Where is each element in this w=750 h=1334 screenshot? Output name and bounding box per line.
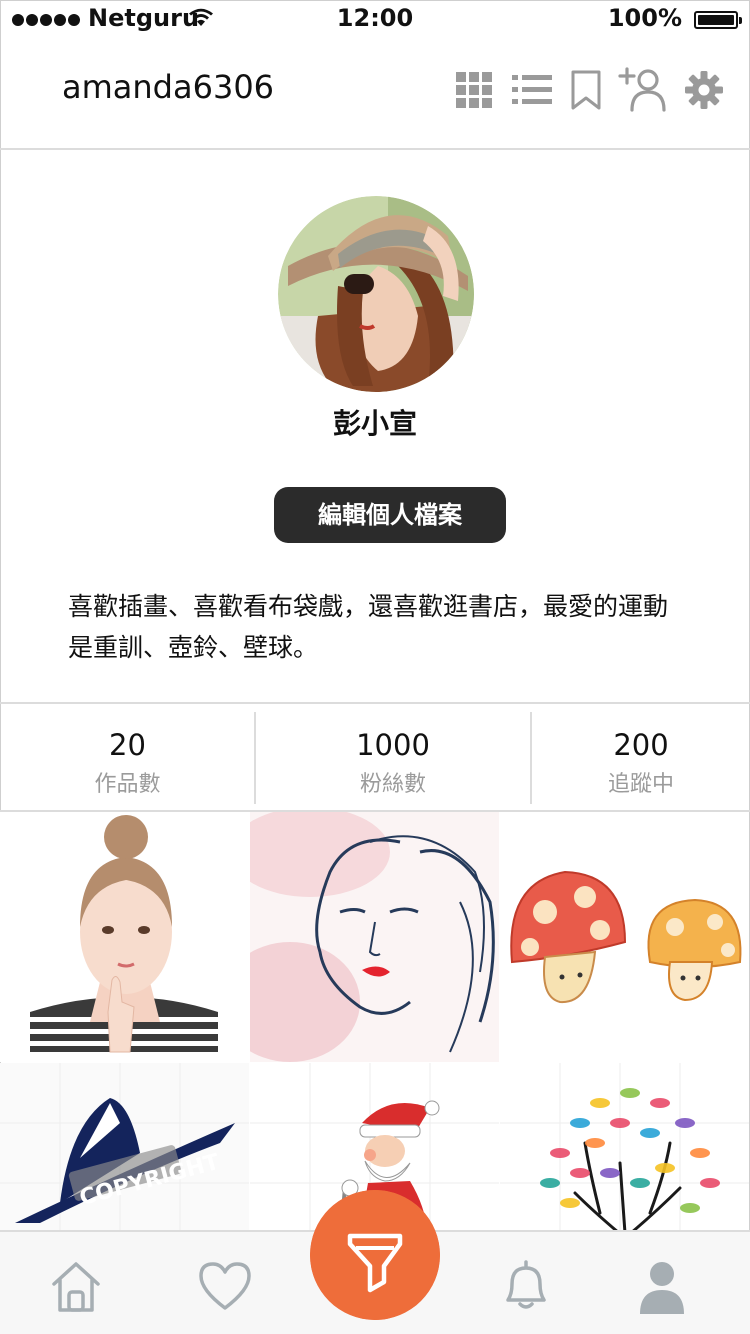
battery-percentage: 100% — [607, 4, 682, 32]
add-friend-icon[interactable] — [618, 66, 666, 114]
display-name: 彭小宣 — [332, 407, 417, 440]
edit-profile-button[interactable]: 編輯個人檔案 — [274, 487, 506, 543]
brush-icon[interactable] — [310, 1190, 440, 1320]
bell-icon[interactable] — [496, 1256, 556, 1316]
profile-stats: 20 作品數 1000 粉絲數 200 追蹤中 — [0, 702, 750, 812]
avatar[interactable] — [278, 196, 474, 392]
gear-icon[interactable] — [684, 70, 724, 110]
heart-icon[interactable] — [195, 1256, 255, 1316]
artwork-thumbnail[interactable] — [0, 812, 249, 1062]
status-bar: Netguru 12:00 100% — [0, 0, 750, 40]
artwork-thumbnail[interactable] — [250, 812, 499, 1062]
stat-followers[interactable]: 1000 粉絲數 — [256, 704, 530, 810]
artwork-thumbnail[interactable] — [500, 812, 749, 1062]
battery-icon — [694, 11, 742, 29]
home-icon[interactable] — [46, 1256, 106, 1316]
stat-works[interactable]: 20 作品數 — [0, 704, 255, 810]
user-icon[interactable] — [632, 1256, 692, 1316]
stat-value: 200 — [613, 728, 669, 762]
artwork-grid: COPYRIGHT — [0, 812, 750, 1232]
bookmark-icon[interactable] — [566, 70, 606, 110]
stat-label: 粉絲數 — [359, 772, 426, 797]
stat-value: 1000 — [356, 728, 430, 762]
stat-value: 20 — [109, 728, 146, 762]
artwork-thumbnail[interactable]: COPYRIGHT — [0, 1063, 249, 1232]
profile-bio: 喜歡插畫、喜歡看布袋戲，還喜歡逛書店，最愛的運動是重訓、壺鈴、壁球。 — [68, 592, 669, 662]
list-icon[interactable] — [512, 70, 552, 110]
username: amanda6306 — [62, 68, 275, 106]
stat-label: 追蹤中 — [607, 772, 674, 797]
profile-header: amanda6306 — [0, 40, 750, 150]
grid-icon[interactable] — [454, 70, 494, 110]
stat-following[interactable]: 200 追蹤中 — [532, 704, 750, 810]
stat-label: 作品數 — [94, 772, 161, 797]
artwork-thumbnail[interactable] — [500, 1063, 749, 1232]
